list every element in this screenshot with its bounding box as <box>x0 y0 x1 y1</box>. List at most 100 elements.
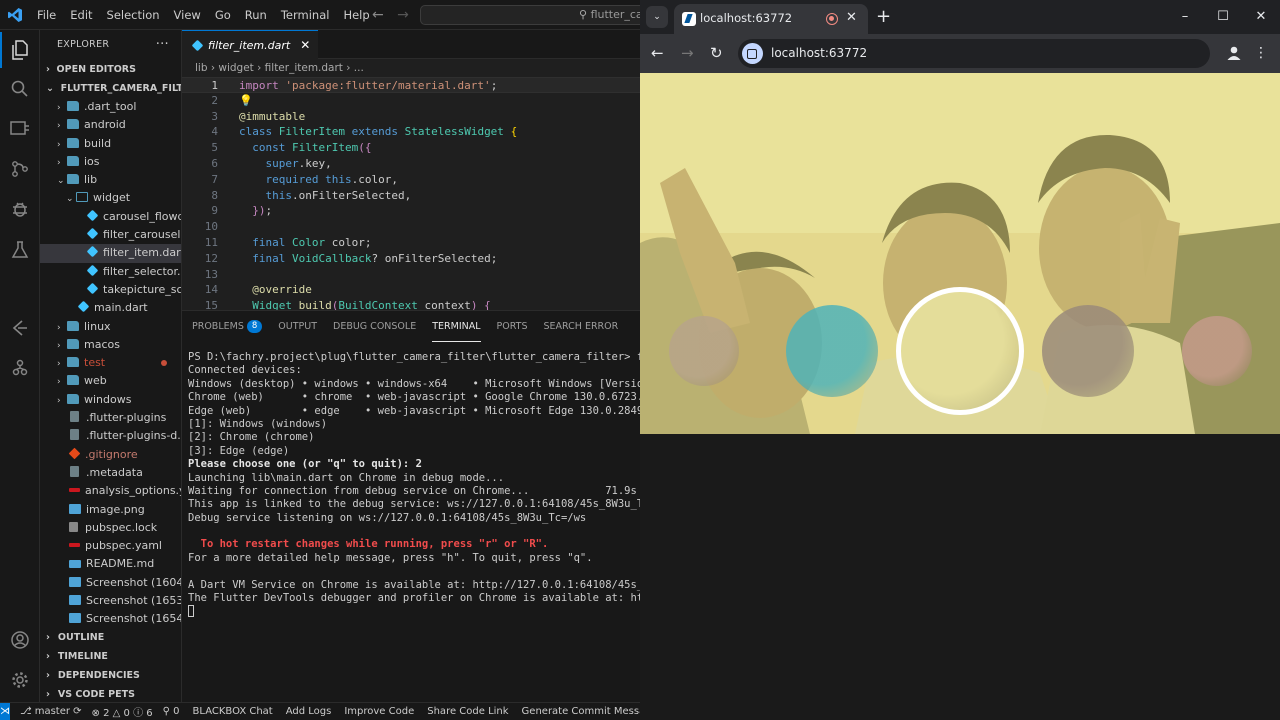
maximize-button[interactable]: ☐ <box>1204 0 1242 34</box>
tree-item[interactable]: › macos <box>40 336 181 354</box>
minimize-button[interactable]: – <box>1166 0 1204 34</box>
code-line[interactable]: 4 class FilterItem extends StatelessWidge… <box>182 124 640 140</box>
open-editors-section[interactable]: › OPEN EDITORS <box>40 60 181 79</box>
tree-item[interactable]: › android <box>40 116 181 134</box>
menu-item-view[interactable]: View <box>167 0 208 30</box>
close-browser-tab-icon[interactable]: ✕ <box>846 4 857 32</box>
testing-icon[interactable] <box>8 238 32 262</box>
menu-item-file[interactable]: File <box>30 0 63 30</box>
gitlens-icon[interactable] <box>8 356 32 380</box>
code-line[interactable]: 6 super.key, <box>182 156 640 172</box>
tree-item[interactable]: › linux <box>40 318 181 336</box>
code-line[interactable]: 14 @override <box>182 282 640 298</box>
chrome-menu-icon[interactable]: ⋮ <box>1254 43 1268 63</box>
menu-item-selection[interactable]: Selection <box>100 0 167 30</box>
close-tab-icon[interactable]: ✕ <box>300 38 310 52</box>
problems-indicator[interactable]: ⊗ 2 △ 0 ⓘ 6 <box>92 704 153 719</box>
source-control-icon[interactable] <box>8 157 32 181</box>
tree-item[interactable]: ⌄ lib <box>40 171 181 189</box>
tree-item[interactable]: filter_item.dart <box>40 244 181 263</box>
section-dependencies[interactable]: › DEPENDENCIES <box>40 666 181 685</box>
status-item[interactable]: Improve Code <box>344 706 414 717</box>
section-vs-code-pets[interactable]: › VS CODE PETS <box>40 685 181 702</box>
tree-item[interactable]: takepicture_scr... <box>40 281 181 299</box>
menu-item-terminal[interactable]: Terminal <box>274 0 337 30</box>
code-line[interactable]: 10 <box>182 219 640 235</box>
close-window-button[interactable]: ✕ <box>1242 0 1280 34</box>
forward-arrow-icon[interactable]: → <box>397 7 409 23</box>
section-timeline[interactable]: › TIMELINE <box>40 647 181 666</box>
tab-problems[interactable]: PROBLEMS 8 <box>192 312 263 342</box>
project-section[interactable]: ⌄ FLUTTER_CAMERA_FILTER <box>40 79 181 98</box>
tree-item[interactable]: › build <box>40 135 181 153</box>
tab-output[interactable]: OUTPUT <box>278 312 317 342</box>
browser-tab[interactable]: localhost:63772 ✕ <box>674 4 868 34</box>
tree-item[interactable]: .metadata <box>40 464 181 482</box>
tree-item[interactable]: .flutter-plugins <box>40 409 181 427</box>
profile-icon[interactable] <box>1226 45 1242 61</box>
tree-item[interactable]: pubspec.lock <box>40 519 181 537</box>
filter-button[interactable] <box>1042 305 1134 397</box>
tree-item[interactable]: carousel_flowd... <box>40 208 181 226</box>
address-bar[interactable]: localhost:63772 ☆ <box>738 39 1210 68</box>
code-line[interactable]: 12 final VoidCallback? onFilterSelected; <box>182 251 640 267</box>
code-line[interactable]: 7 required this.color, <box>182 172 640 188</box>
terminal-output[interactable]: PS D:\fachry.project\plug\flutter_camera… <box>188 351 640 619</box>
code-line[interactable]: 2 💡 <box>182 93 640 109</box>
tree-item[interactable]: .flutter-plugins-d... <box>40 427 181 445</box>
tree-item[interactable]: › test <box>40 354 181 372</box>
tree-item[interactable]: main.dart <box>40 299 181 317</box>
back-arrow-icon[interactable]: ← <box>372 7 384 23</box>
tree-item[interactable]: › windows <box>40 391 181 409</box>
menu-item-help[interactable]: Help <box>336 0 376 30</box>
tab-filter-item[interactable]: filter_item.dart ✕ <box>182 30 319 59</box>
tree-item[interactable]: › web <box>40 372 181 390</box>
settings-gear-icon[interactable] <box>8 668 32 692</box>
tree-item[interactable]: .gitignore <box>40 446 181 464</box>
remote-explorer-icon[interactable] <box>8 117 32 141</box>
code-line[interactable]: 1 import 'package:flutter/material.dart'; <box>182 77 640 93</box>
code-editor[interactable]: 1 import 'package:flutter/material.dart';… <box>182 77 640 314</box>
tab-search-error[interactable]: SEARCH ERROR <box>543 312 618 342</box>
tree-item[interactable]: › .dart_tool <box>40 98 181 116</box>
code-line[interactable]: 8 this.onFilterSelected, <box>182 188 640 204</box>
section-outline[interactable]: › OUTLINE <box>40 628 181 647</box>
tab-terminal[interactable]: TERMINAL <box>432 313 481 342</box>
status-item[interactable]: Generate Commit Message <box>522 706 640 717</box>
reload-icon[interactable]: ↻ <box>710 43 723 63</box>
tab-ports[interactable]: PORTS <box>497 312 528 342</box>
menu-item-go[interactable]: Go <box>208 0 238 30</box>
tree-item[interactable]: filter_selector.d... <box>40 263 181 281</box>
filter-button[interactable] <box>669 316 739 386</box>
code-line[interactable]: 11 final Color color; <box>182 235 640 251</box>
filter-button[interactable] <box>786 305 878 397</box>
code-line[interactable]: 3 @immutable <box>182 109 640 125</box>
code-line[interactable]: 9 }); <box>182 203 640 219</box>
tree-item[interactable]: Screenshot (1653)... <box>40 592 181 610</box>
filter-button[interactable] <box>1182 316 1252 386</box>
tree-item[interactable]: analysis_options.y... <box>40 482 181 500</box>
search-view-icon[interactable] <box>8 77 32 101</box>
tree-item[interactable]: pubspec.yaml <box>40 537 181 555</box>
tree-item[interactable]: Screenshot (1604)... <box>40 574 181 592</box>
command-center-search[interactable]: ⚲ flutter_cam <box>420 5 640 25</box>
back-icon[interactable]: ← <box>651 43 664 63</box>
tab-debug-console[interactable]: DEBUG CONSOLE <box>333 312 416 342</box>
blackbox-icon[interactable] <box>8 316 32 340</box>
camera-in-use-icon[interactable] <box>742 43 763 64</box>
branch-indicator[interactable]: ⎇ master ⟳ <box>20 706 82 717</box>
tree-item[interactable]: filter_carousel.... <box>40 226 181 244</box>
ports-indicator[interactable]: ⚲ 0 <box>163 706 180 717</box>
tree-item[interactable]: Screenshot (1654)... <box>40 610 181 628</box>
account-icon[interactable] <box>8 628 32 652</box>
tree-item[interactable]: README.md <box>40 555 181 573</box>
filter-button-selected[interactable] <box>896 287 1024 415</box>
tree-item[interactable]: › ios <box>40 153 181 171</box>
run-debug-icon[interactable] <box>8 197 32 221</box>
status-item[interactable]: BLACKBOX Chat <box>193 706 273 717</box>
menu-item-run[interactable]: Run <box>238 0 274 30</box>
tab-search-chevron-icon[interactable]: ⌄ <box>646 6 668 28</box>
breadcrumb[interactable]: lib › widget › filter_item.dart › ... <box>182 59 640 77</box>
tree-item[interactable]: ⌄ widget <box>40 189 181 207</box>
forward-icon[interactable]: → <box>681 43 694 63</box>
